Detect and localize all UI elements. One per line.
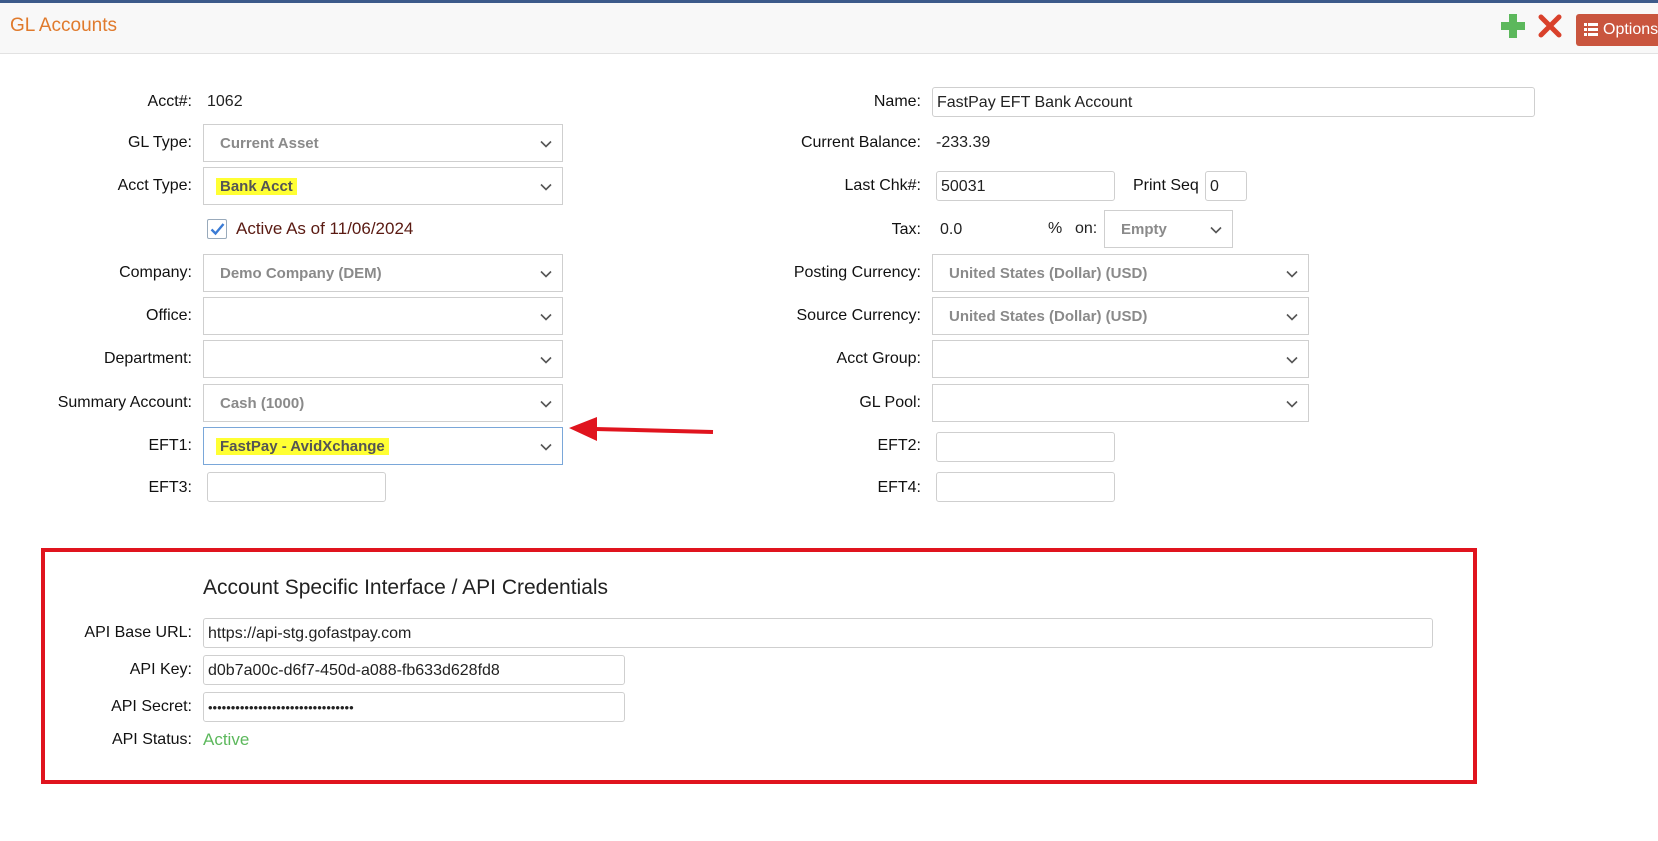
active-checkbox[interactable] [207,219,227,239]
gl-type-select[interactable]: Current Asset [203,124,563,162]
page-title: GL Accounts [10,15,118,36]
api-secret-input[interactable]: •••••••••••••••••••••••••••••••• [203,692,625,722]
close-icon[interactable] [1537,13,1563,39]
print-seq-label: Print Seq [1133,177,1199,194]
chevron-down-icon [1286,356,1298,364]
name-label: Name: [873,93,921,110]
gl-pool-label: GL Pool: [859,394,921,411]
list-icon [1584,23,1598,36]
summary-account-value: Cash (1000) [220,395,305,412]
current-balance-value: -233.39 [936,134,991,151]
gl-pool-select[interactable] [932,384,1309,422]
acct-type-select[interactable]: Bank Acct [203,167,563,205]
acct-type-label: Acct Type: [117,177,192,194]
eft4-input[interactable] [936,472,1115,502]
chevron-down-icon [540,443,552,451]
office-select[interactable] [203,297,563,335]
eft1-label: EFT1: [148,437,192,454]
chevron-down-icon [540,270,552,278]
acct-group-label: Acct Group: [836,350,921,367]
red-arrow-annotation [569,417,714,441]
chevron-down-icon [1286,400,1298,408]
chevron-down-icon [540,313,552,321]
last-chk-input[interactable]: 50031 [936,171,1115,201]
api-status-value: Active [203,730,250,749]
department-label: Department: [103,350,192,367]
name-input[interactable]: FastPay EFT Bank Account [932,87,1535,117]
plus-icon[interactable] [1499,12,1527,40]
api-key-input[interactable]: d0b7a00c-d6f7-450d-a088-fb633d628fd8 [203,655,625,685]
api-key-label: API Key: [129,661,192,678]
tax-value[interactable]: 0.0 [940,221,962,239]
source-currency-select[interactable]: United States (Dollar) (USD) [932,297,1309,335]
last-chk-label: Last Chk#: [844,177,921,194]
current-balance-label: Current Balance: [800,134,921,151]
posting-currency-label: Posting Currency: [793,264,921,281]
chevron-down-icon [540,140,552,148]
company-value: Demo Company (DEM) [220,265,382,282]
api-section-title: Account Specific Interface / API Credent… [203,576,609,599]
eft3-label: EFT3: [148,479,192,496]
eft2-label: EFT2: [877,437,921,454]
acct-group-select[interactable] [932,340,1309,378]
source-currency-label: Source Currency: [796,307,922,324]
tax-on-select[interactable]: Empty [1104,210,1233,248]
eft1-value: FastPay - AvidXchange [216,438,389,455]
company-select[interactable]: Demo Company (DEM) [203,254,563,292]
posting-currency-value: United States (Dollar) (USD) [949,265,1148,282]
chevron-down-icon [540,183,552,191]
api-status-label: API Status: [111,731,192,748]
chevron-down-icon [540,400,552,408]
summary-account-select[interactable]: Cash (1000) [203,384,563,422]
acct-value: 1062 [207,93,243,110]
page-header: GL Accounts Options [0,3,1658,54]
posting-currency-select[interactable]: United States (Dollar) (USD) [932,254,1309,292]
office-label: Office: [146,307,192,324]
tax-on-label: on: [1075,220,1098,237]
eft4-label: EFT4: [877,479,921,496]
print-seq-input[interactable]: 0 [1205,171,1247,201]
source-currency-value: United States (Dollar) (USD) [949,308,1148,325]
chevron-down-icon [540,356,552,364]
tax-percent: % [1048,220,1063,237]
summary-account-label: Summary Account: [57,394,192,411]
options-button[interactable]: Options [1576,14,1658,46]
eft1-select[interactable]: FastPay - AvidXchange [203,427,563,465]
eft2-input[interactable] [936,432,1115,462]
api-base-url-input[interactable]: https://api-stg.gofastpay.com [203,618,1433,648]
chevron-down-icon [1286,313,1298,321]
options-label: Options [1603,21,1658,38]
company-label: Company: [119,264,192,281]
api-base-url-label: API Base URL: [84,624,192,641]
chevron-down-icon [1210,226,1222,234]
checkmark-icon [210,223,225,236]
gl-type-value: Current Asset [220,135,319,152]
api-secret-label: API Secret: [111,698,192,715]
gl-type-label: GL Type: [127,134,192,151]
department-select[interactable] [203,340,563,378]
chevron-down-icon [1286,270,1298,278]
acct-label: Acct#: [147,93,192,110]
eft3-input[interactable] [207,472,386,502]
acct-type-value: Bank Acct [216,178,297,195]
tax-on-value: Empty [1121,221,1167,238]
active-label: Active As of 11/06/2024 [236,219,414,238]
tax-label: Tax: [891,221,921,238]
